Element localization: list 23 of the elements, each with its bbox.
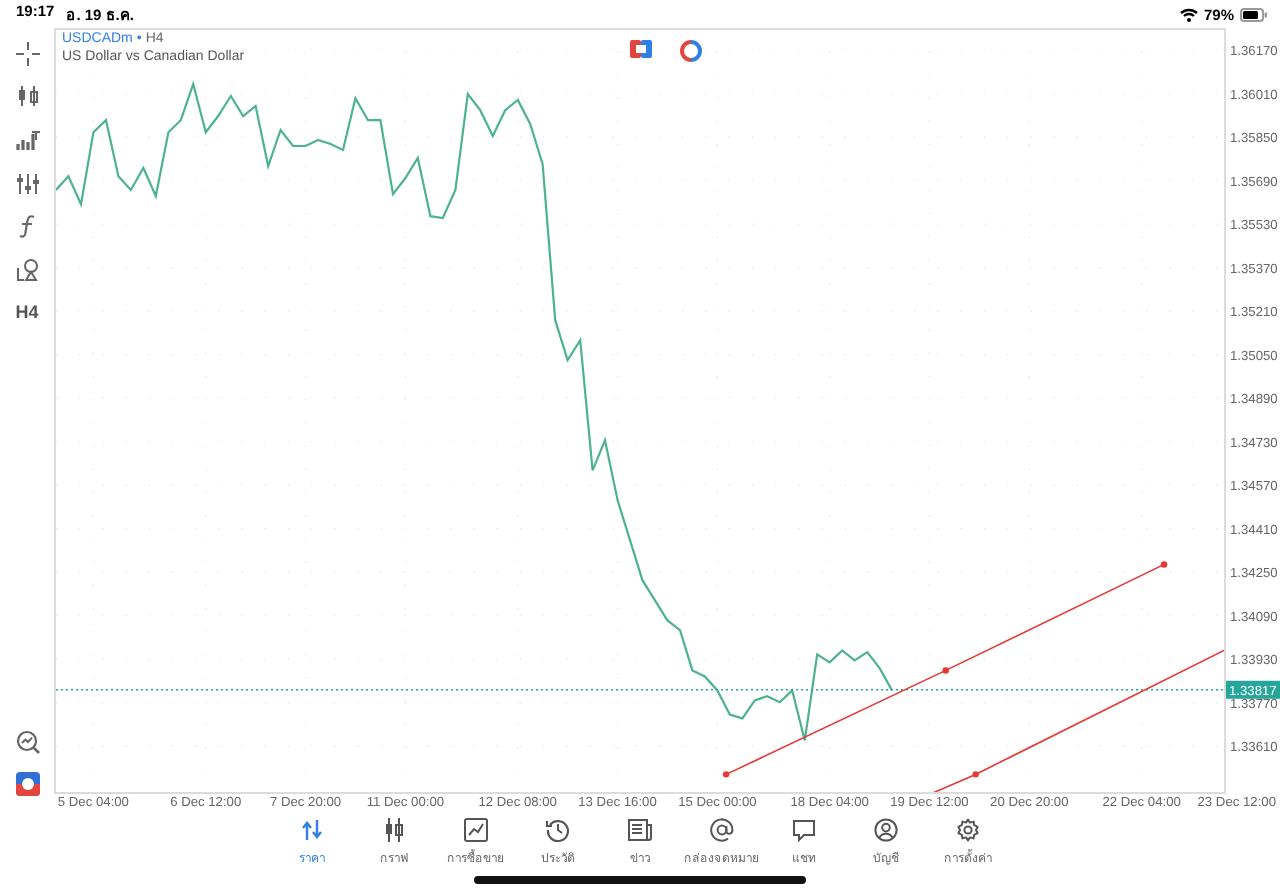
line-chart-icon [464, 818, 488, 842]
chart-search-icon [15, 729, 39, 754]
candlestick-icon [382, 818, 406, 842]
price-arrows-icon [300, 818, 324, 842]
wifi-icon [1179, 7, 1198, 21]
crosshair-icon [15, 41, 39, 66]
newspaper-icon [628, 818, 652, 842]
trade-panel-icon [630, 40, 652, 58]
trend-line-drawing[interactable] [722, 561, 1168, 778]
history-icon [546, 818, 570, 842]
candlestick-icon [15, 84, 39, 109]
settings-icon [956, 818, 980, 842]
app-logo-icon [15, 772, 39, 797]
function-icon [15, 214, 39, 239]
battery-icon [1240, 7, 1268, 21]
shapes-icon [15, 257, 39, 282]
ring-icon [680, 40, 702, 62]
at-sign-icon [710, 818, 734, 842]
timeframe-label[interactable]: H4 [15, 302, 39, 323]
chat-bubble-icon [792, 818, 816, 842]
account-icon [874, 818, 898, 842]
sliders-icon [15, 171, 39, 196]
indicators-icon [15, 127, 39, 152]
